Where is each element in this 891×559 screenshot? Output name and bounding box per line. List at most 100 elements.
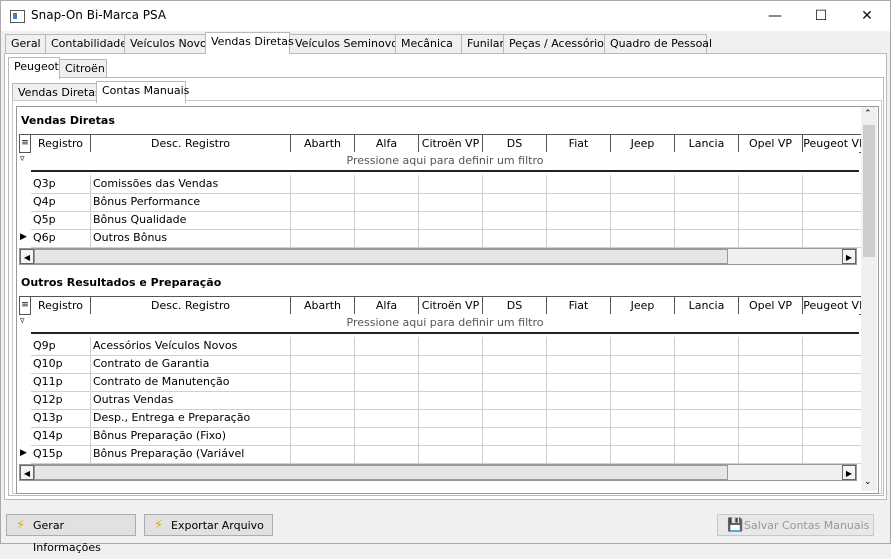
- column-header-0[interactable]: Registro: [31, 135, 91, 152]
- value-cell[interactable]: [611, 445, 675, 463]
- desc-cell[interactable]: Bônus Preparação (Variável: [91, 445, 291, 463]
- value-cell[interactable]: [355, 427, 419, 445]
- value-cell[interactable]: [355, 445, 419, 463]
- filter-row[interactable]: Pressione aqui para definir um filtro: [31, 152, 859, 172]
- desc-cell[interactable]: Outros Bônus: [91, 229, 291, 247]
- value-cell[interactable]: [611, 337, 675, 355]
- value-cell[interactable]: [291, 193, 355, 211]
- registro-cell[interactable]: Q14p: [31, 427, 91, 445]
- horizontal-scrollbar[interactable]: ◀ ▶: [19, 248, 857, 265]
- registro-cell[interactable]: Q10p: [31, 355, 91, 373]
- desc-cell[interactable]: Bônus Performance: [91, 193, 291, 211]
- tab-main-4[interactable]: Veículos Seminovos: [289, 34, 404, 53]
- value-cell[interactable]: [739, 409, 803, 427]
- value-cell[interactable]: [547, 229, 611, 247]
- desc-cell[interactable]: Contrato de Garantia: [91, 355, 291, 373]
- value-cell[interactable]: [739, 211, 803, 229]
- value-cell[interactable]: [611, 373, 675, 391]
- value-cell[interactable]: [419, 337, 483, 355]
- value-cell[interactable]: [483, 193, 547, 211]
- scroll-right-icon[interactable]: ▶: [842, 465, 856, 480]
- value-cell[interactable]: [483, 229, 547, 247]
- filter-row[interactable]: Pressione aqui para definir um filtro: [31, 314, 859, 334]
- value-cell[interactable]: [547, 355, 611, 373]
- value-cell[interactable]: [291, 391, 355, 409]
- value-cell[interactable]: [611, 409, 675, 427]
- value-cell[interactable]: [675, 427, 739, 445]
- tab-main-7[interactable]: Peças / Acessórios: [503, 34, 610, 53]
- value-cell[interactable]: [803, 445, 867, 463]
- column-header-6[interactable]: Fiat: [547, 135, 611, 152]
- table-row[interactable]: Q12p Outras Vendas: [31, 391, 867, 410]
- value-cell[interactable]: [355, 175, 419, 193]
- value-cell[interactable]: [547, 427, 611, 445]
- desc-cell[interactable]: Contrato de Manutenção: [91, 373, 291, 391]
- scroll-left-icon[interactable]: ◀: [20, 249, 34, 264]
- vertical-scrollbar[interactable]: ⌃ ⌄: [861, 107, 877, 491]
- table-row[interactable]: Q15p Bônus Preparação (Variável: [31, 445, 867, 464]
- desc-cell[interactable]: Comissões das Vendas: [91, 175, 291, 193]
- value-cell[interactable]: [291, 427, 355, 445]
- value-cell[interactable]: [803, 337, 867, 355]
- value-cell[interactable]: [675, 337, 739, 355]
- value-cell[interactable]: [739, 337, 803, 355]
- value-cell[interactable]: [355, 337, 419, 355]
- value-cell[interactable]: [547, 373, 611, 391]
- column-header-1[interactable]: Desc. Registro: [91, 297, 291, 314]
- value-cell[interactable]: [419, 193, 483, 211]
- value-cell[interactable]: [291, 445, 355, 463]
- registro-cell[interactable]: Q4p: [31, 193, 91, 211]
- value-cell[interactable]: [675, 211, 739, 229]
- value-cell[interactable]: [547, 391, 611, 409]
- salvar-contas-manuais-button[interactable]: 💾 Salvar Contas Manuais: [717, 514, 874, 536]
- value-cell[interactable]: [483, 355, 547, 373]
- value-cell[interactable]: [419, 229, 483, 247]
- tab-main-0[interactable]: Geral: [5, 34, 46, 53]
- desc-cell[interactable]: Bônus Qualidade: [91, 211, 291, 229]
- table-row[interactable]: Q10p Contrato de Garantia: [31, 355, 867, 374]
- value-cell[interactable]: [803, 391, 867, 409]
- value-cell[interactable]: [355, 355, 419, 373]
- value-cell[interactable]: [355, 409, 419, 427]
- maximize-icon[interactable]: ☐: [798, 1, 844, 31]
- value-cell[interactable]: [547, 193, 611, 211]
- table-row[interactable]: Q3p Comissões das Vendas: [31, 175, 867, 194]
- value-cell[interactable]: [611, 427, 675, 445]
- value-cell[interactable]: [739, 445, 803, 463]
- column-header-2[interactable]: Abarth: [291, 297, 355, 314]
- column-header-3[interactable]: Alfa: [355, 135, 419, 152]
- value-cell[interactable]: [291, 175, 355, 193]
- registro-cell[interactable]: Q3p: [31, 175, 91, 193]
- value-cell[interactable]: [483, 337, 547, 355]
- value-cell[interactable]: [355, 391, 419, 409]
- value-cell[interactable]: [675, 391, 739, 409]
- column-header-10[interactable]: Peugeot VP: [803, 135, 867, 152]
- value-cell[interactable]: [355, 193, 419, 211]
- table-row[interactable]: Q5p Bônus Qualidade: [31, 211, 867, 230]
- value-cell[interactable]: [355, 373, 419, 391]
- value-cell[interactable]: [803, 175, 867, 193]
- value-cell[interactable]: [291, 337, 355, 355]
- column-header-8[interactable]: Lancia: [675, 135, 739, 152]
- value-cell[interactable]: [611, 193, 675, 211]
- value-cell[interactable]: [803, 409, 867, 427]
- value-cell[interactable]: [675, 445, 739, 463]
- column-header-4[interactable]: Citroën VP: [419, 135, 483, 152]
- value-cell[interactable]: [291, 409, 355, 427]
- tab-brand-1[interactable]: Citroën: [59, 59, 107, 78]
- value-cell[interactable]: [611, 355, 675, 373]
- column-header-4[interactable]: Citroën VP: [419, 297, 483, 314]
- registro-cell[interactable]: Q13p: [31, 409, 91, 427]
- tab-main-3[interactable]: Vendas Diretas: [205, 32, 294, 54]
- value-cell[interactable]: [611, 175, 675, 193]
- value-cell[interactable]: [803, 373, 867, 391]
- value-cell[interactable]: [419, 391, 483, 409]
- value-cell[interactable]: [291, 355, 355, 373]
- value-cell[interactable]: [291, 229, 355, 247]
- tab-main-8[interactable]: Quadro de Pessoal: [604, 34, 712, 53]
- column-header-9[interactable]: Opel VP: [739, 297, 803, 314]
- registro-cell[interactable]: Q9p: [31, 337, 91, 355]
- value-cell[interactable]: [547, 175, 611, 193]
- value-cell[interactable]: [547, 211, 611, 229]
- table-row[interactable]: Q13p Desp., Entrega e Preparação: [31, 409, 867, 428]
